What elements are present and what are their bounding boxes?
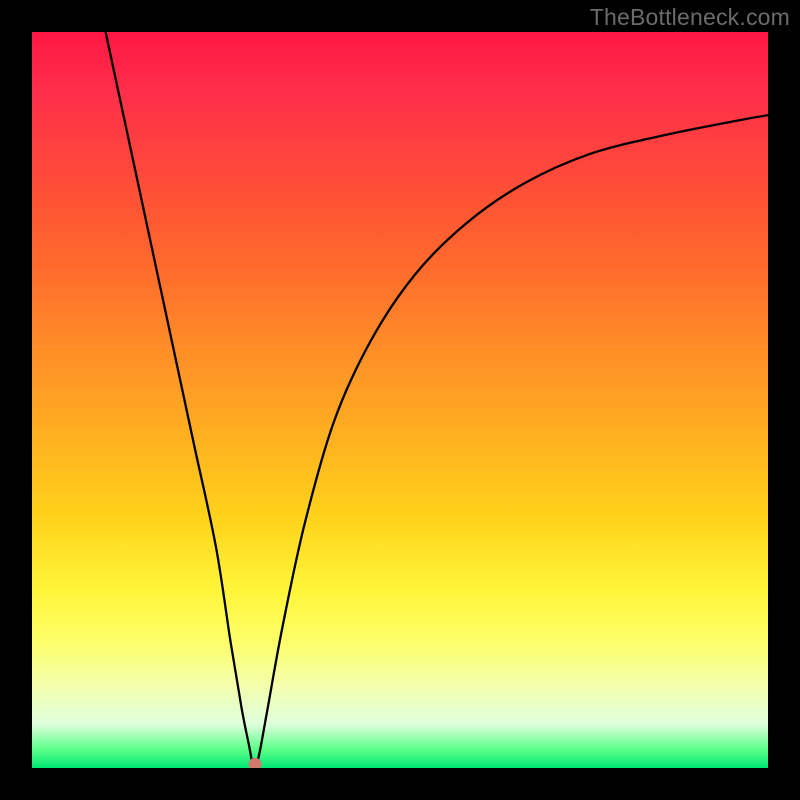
curve-svg bbox=[32, 32, 768, 768]
chart-frame: TheBottleneck.com bbox=[0, 0, 800, 800]
watermark-text: TheBottleneck.com bbox=[590, 4, 790, 31]
bottleneck-curve bbox=[106, 32, 768, 766]
plot-area bbox=[32, 32, 768, 768]
